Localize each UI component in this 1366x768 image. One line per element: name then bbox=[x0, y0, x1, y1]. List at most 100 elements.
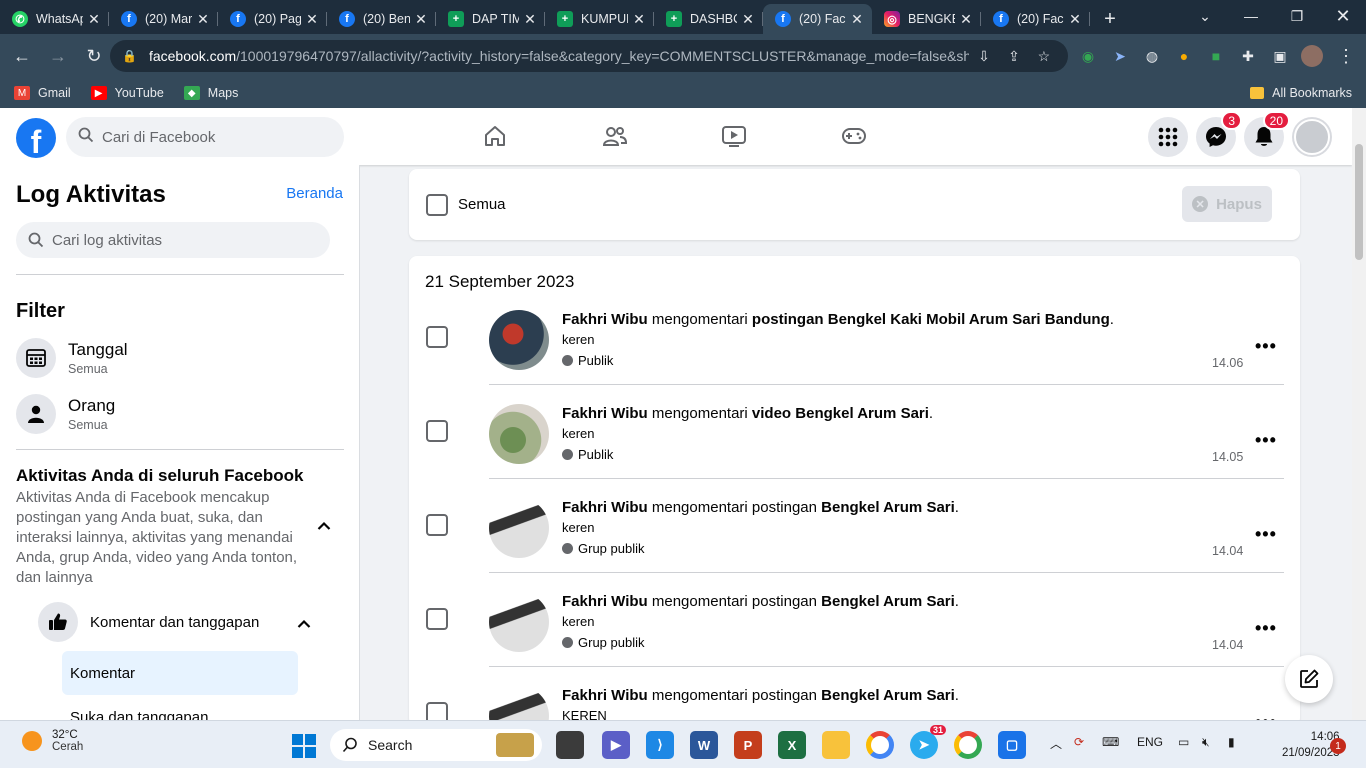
activity-object[interactable]: Bengkel Arum Sari bbox=[821, 499, 955, 516]
battery-icon[interactable]: ▮ bbox=[1228, 735, 1235, 749]
task-view-icon[interactable] bbox=[556, 731, 584, 759]
activity-checkbox[interactable] bbox=[426, 420, 448, 442]
activity-thumbnail[interactable] bbox=[489, 592, 549, 652]
sub-item-likes-reactions[interactable]: Suka dan tanggapan bbox=[62, 695, 298, 721]
chrome-menu-icon[interactable]: ⋮ bbox=[1332, 42, 1360, 70]
more-options-icon[interactable]: ••• bbox=[1255, 618, 1277, 639]
tray-chevron-icon[interactable]: ︿ bbox=[1050, 735, 1062, 752]
home-link[interactable]: Beranda bbox=[286, 185, 343, 202]
bookmark-star-icon[interactable]: ☆ bbox=[1029, 48, 1059, 65]
forward-icon[interactable]: → bbox=[42, 40, 74, 72]
extension-meet-icon[interactable]: ■ bbox=[1202, 42, 1230, 70]
more-options-icon[interactable]: ••• bbox=[1255, 524, 1277, 545]
activity-checkbox[interactable] bbox=[426, 702, 448, 720]
extension-eye-icon[interactable]: ◉ bbox=[1074, 42, 1102, 70]
scrollbar-thumb[interactable] bbox=[1355, 144, 1363, 260]
chevron-up-icon[interactable] bbox=[297, 616, 311, 632]
sub-item-comments[interactable]: Komentar bbox=[62, 651, 298, 695]
close-tab-icon[interactable]: ✕ bbox=[959, 11, 973, 28]
browser-tab[interactable]: f (20) Ben ✕ bbox=[327, 4, 436, 34]
notifications-button[interactable]: 20 bbox=[1244, 111, 1290, 157]
account-avatar[interactable] bbox=[1292, 117, 1332, 157]
close-tab-icon[interactable]: ✕ bbox=[1068, 11, 1082, 28]
file-explorer-icon[interactable] bbox=[822, 731, 850, 759]
gaming-icon[interactable] bbox=[836, 120, 872, 152]
extension-cursor-icon[interactable]: ➤ bbox=[1106, 42, 1134, 70]
browser-tab[interactable]: ✆ WhatsApp ✕ bbox=[0, 4, 109, 34]
bookmark-gmail[interactable]: M Gmail bbox=[14, 86, 71, 100]
messenger-button[interactable]: 3 bbox=[1196, 111, 1242, 157]
close-tab-icon[interactable]: ✕ bbox=[741, 11, 755, 28]
browser-tab[interactable]: f (20) Face ✕ bbox=[981, 4, 1090, 34]
activity-search-input[interactable]: Cari log aktivitas bbox=[16, 222, 330, 258]
windows-start-icon[interactable] bbox=[292, 734, 316, 758]
menu-grid-icon[interactable] bbox=[1148, 117, 1188, 157]
notification-count[interactable]: 1 bbox=[1330, 738, 1346, 754]
activity-actor[interactable]: Fakhri Wibu bbox=[562, 593, 648, 610]
browser-tab[interactable]: f (20) Pag ✕ bbox=[218, 4, 327, 34]
activity-checkbox[interactable] bbox=[426, 326, 448, 348]
side-panel-icon[interactable]: ▣ bbox=[1266, 42, 1294, 70]
extension-person-icon[interactable]: ● bbox=[1170, 42, 1198, 70]
display-icon[interactable]: ▭ bbox=[1178, 735, 1189, 749]
activity-thumbnail[interactable] bbox=[489, 404, 549, 464]
address-bar[interactable]: 🔒 facebook.com/100019796470797/allactivi… bbox=[110, 40, 1068, 72]
video-icon[interactable] bbox=[716, 120, 752, 152]
more-options-icon[interactable]: ••• bbox=[1255, 430, 1277, 451]
activity-checkbox[interactable] bbox=[426, 608, 448, 630]
restore-icon[interactable]: ❐ bbox=[1274, 0, 1320, 32]
keyboard-icon[interactable]: ⌨ bbox=[1102, 735, 1119, 749]
activity-actor[interactable]: Fakhri Wibu bbox=[562, 405, 648, 422]
close-tab-icon[interactable]: ✕ bbox=[305, 11, 319, 28]
new-tab-icon[interactable]: + bbox=[1090, 4, 1130, 34]
language-indicator[interactable]: ENG bbox=[1137, 735, 1163, 749]
tab-search-icon[interactable]: ⌄ bbox=[1182, 0, 1228, 32]
more-options-icon[interactable]: ••• bbox=[1255, 712, 1277, 720]
facebook-logo[interactable]: f bbox=[16, 118, 56, 158]
filter-date[interactable]: Tanggal Semua bbox=[16, 335, 336, 381]
activity-thumbnail[interactable] bbox=[489, 310, 549, 370]
share-icon[interactable]: ⇪ bbox=[999, 48, 1029, 65]
back-icon[interactable]: ← bbox=[6, 40, 38, 72]
filter-people[interactable]: Orang Semua bbox=[16, 391, 336, 437]
site-info-icon[interactable]: 🔒 bbox=[122, 49, 137, 63]
sync-icon[interactable]: ⟳ bbox=[1074, 735, 1084, 749]
extensions-puzzle-icon[interactable]: ✚ bbox=[1234, 42, 1262, 70]
browser-tab[interactable]: f (20) Mar ✕ bbox=[109, 4, 218, 34]
taskbar-search[interactable]: Search bbox=[330, 729, 542, 761]
facebook-search-input[interactable]: Cari di Facebook bbox=[66, 117, 344, 157]
telegram-icon[interactable]: ➤ 31 bbox=[910, 725, 946, 759]
teams-icon[interactable]: ▶ bbox=[602, 731, 630, 759]
close-tab-icon[interactable]: ✕ bbox=[414, 11, 428, 28]
reload-icon[interactable]: ↻ bbox=[78, 40, 110, 72]
bookmark-youtube[interactable]: ▶ YouTube bbox=[90, 86, 164, 100]
activity-checkbox[interactable] bbox=[426, 514, 448, 536]
page-scrollbar[interactable] bbox=[1352, 108, 1366, 720]
activity-actor[interactable]: Fakhri Wibu bbox=[562, 687, 648, 704]
home-icon[interactable] bbox=[477, 120, 513, 152]
activity-object[interactable]: Bengkel Arum Sari bbox=[821, 593, 955, 610]
activity-actor[interactable]: Fakhri Wibu bbox=[562, 499, 648, 516]
category-comments-reactions[interactable]: Komentar dan tanggapan bbox=[38, 600, 318, 644]
close-tab-icon[interactable]: ✕ bbox=[850, 11, 864, 28]
word-icon[interactable]: W bbox=[690, 731, 718, 759]
app-blue-icon[interactable]: ▢ bbox=[998, 731, 1026, 759]
close-tab-icon[interactable]: ✕ bbox=[87, 11, 101, 28]
close-tab-icon[interactable]: ✕ bbox=[196, 11, 210, 28]
browser-tab[interactable]: + KUMPUL ✕ bbox=[545, 4, 654, 34]
friends-icon[interactable] bbox=[597, 120, 633, 152]
delete-button[interactable]: ✕ Hapus bbox=[1182, 186, 1272, 222]
chrome-icon[interactable] bbox=[866, 731, 894, 759]
all-bookmarks[interactable]: All Bookmarks bbox=[1250, 86, 1352, 100]
minimize-icon[interactable]: — bbox=[1228, 0, 1274, 32]
weather-widget[interactable]: 32°C Cerah bbox=[22, 729, 83, 753]
activity-object[interactable]: Bengkel Arum Sari bbox=[821, 687, 955, 704]
excel-icon[interactable]: X bbox=[778, 731, 806, 759]
close-tab-icon[interactable]: ✕ bbox=[632, 11, 646, 28]
browser-tab[interactable]: ◎ BENGKE ✕ bbox=[872, 4, 981, 34]
activity-thumbnail[interactable] bbox=[489, 686, 549, 720]
powerpoint-icon[interactable]: P bbox=[734, 731, 762, 759]
activity-object[interactable]: postingan Bengkel Kaki Mobil Arum Sari B… bbox=[752, 311, 1110, 328]
close-tab-icon[interactable]: ✕ bbox=[523, 11, 537, 28]
select-all-checkbox[interactable] bbox=[426, 194, 448, 216]
